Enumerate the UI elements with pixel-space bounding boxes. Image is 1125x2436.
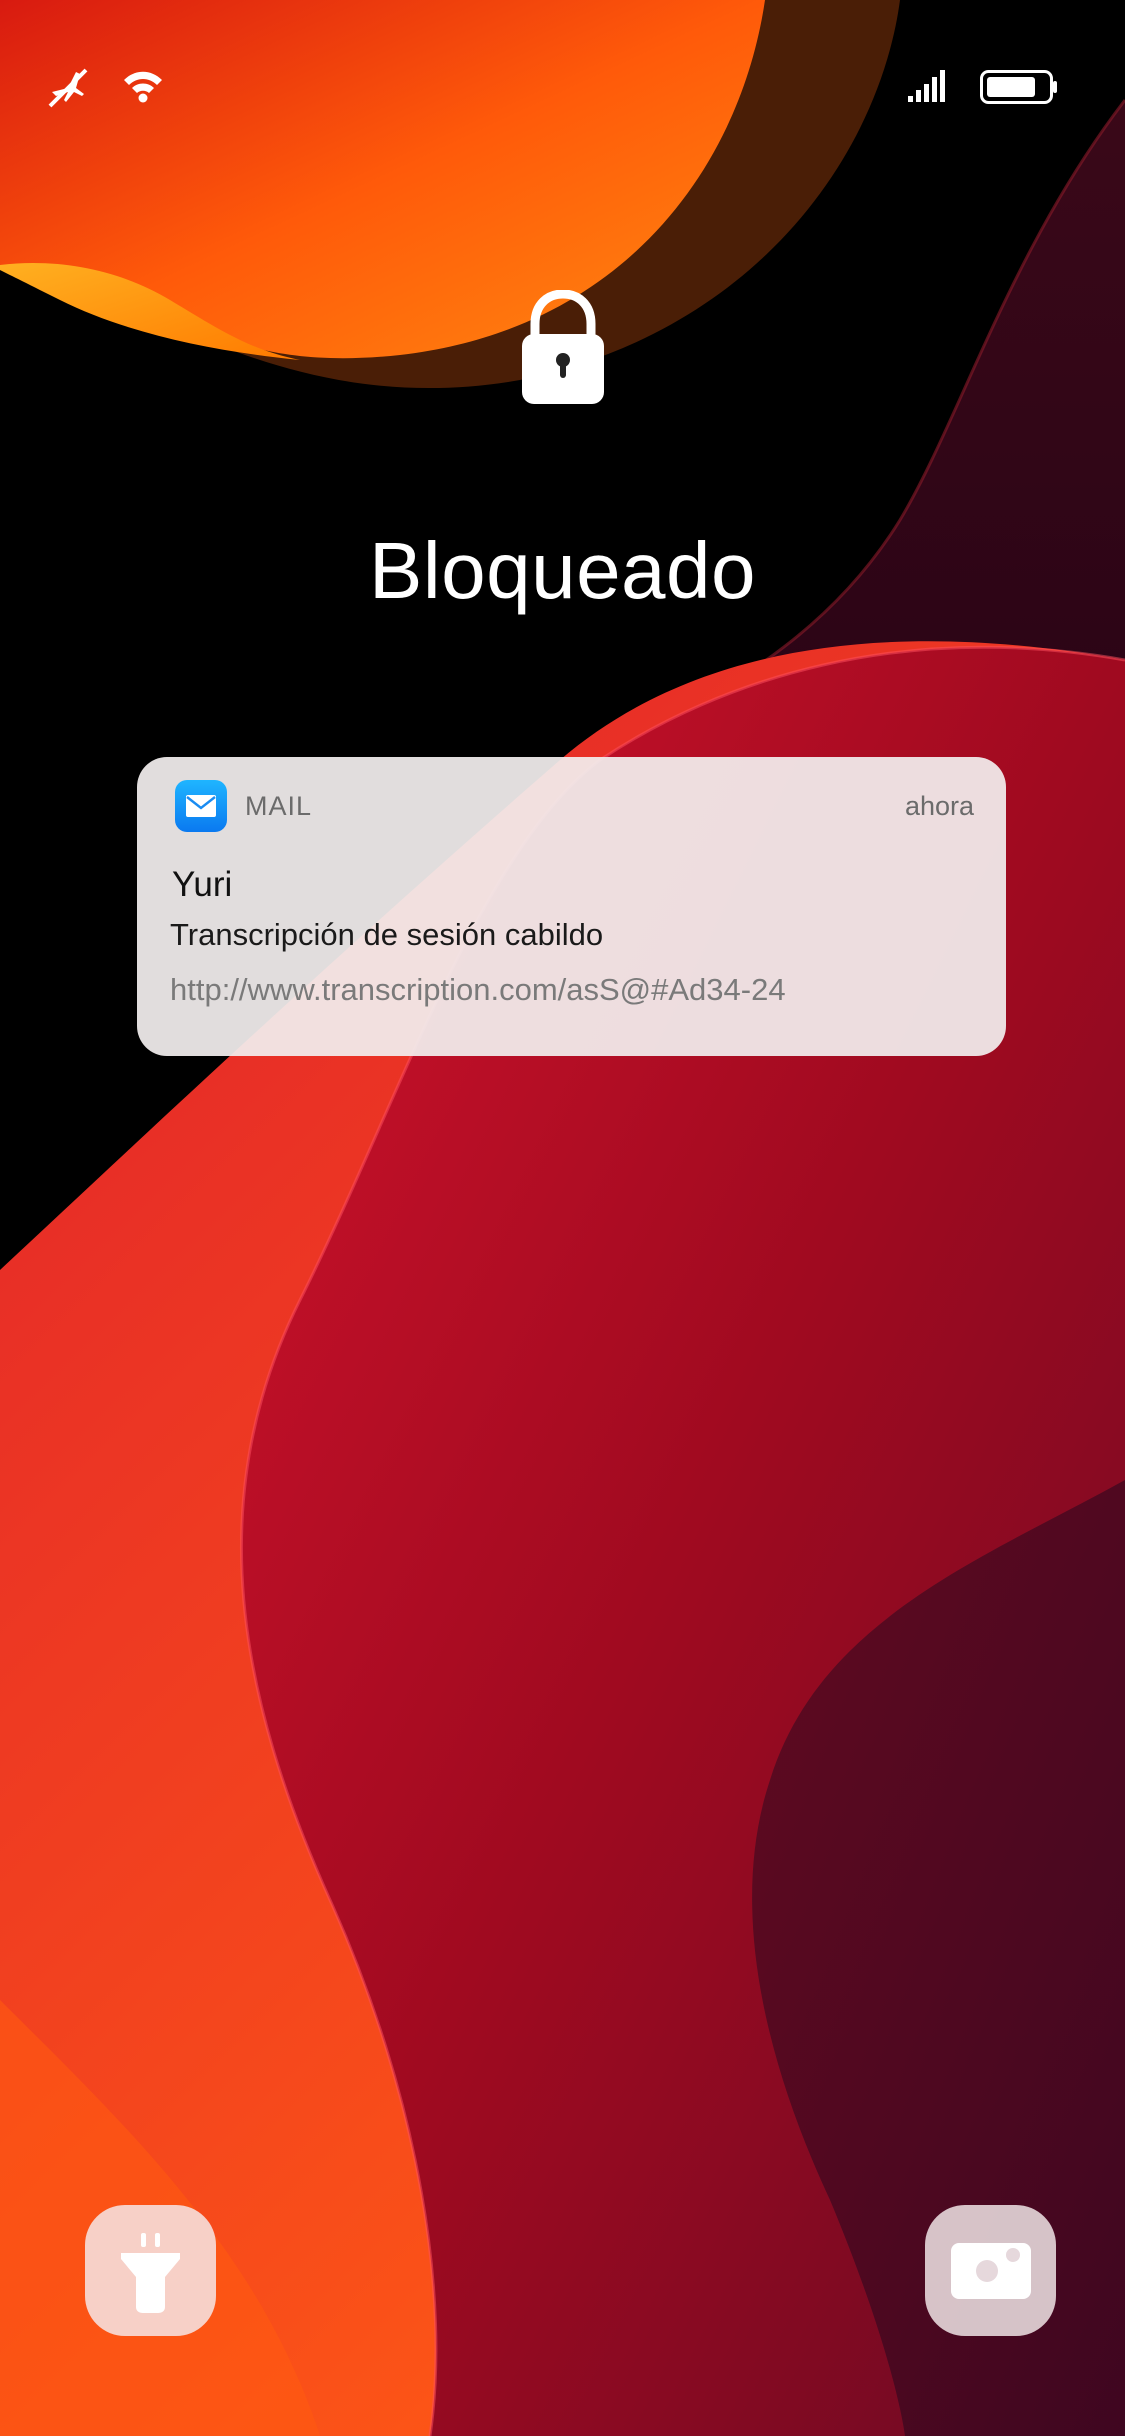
flashlight-icon [121,2233,180,2313]
notification-subject: Transcripción de sesión cabildo [170,917,604,952]
notification-body: http://www.transcription.com/asS@#Ad34-2… [170,972,786,1007]
notification-sender: Yuri [172,865,233,904]
camera-icon [951,2243,1031,2299]
airplane-mode-off-icon [46,66,90,115]
lock-icon [520,289,606,406]
mail-envelope-icon [175,780,227,832]
wifi-icon [122,68,164,109]
cellular-signal-icon [908,70,948,107]
battery-icon [980,70,1058,109]
notification-app-name: MAIL [245,791,313,821]
lock-status-title: Bloqueado [368,526,757,615]
status-bar [0,0,1125,170]
flashlight-button[interactable] [85,2205,216,2336]
camera-button[interactable] [925,2205,1056,2336]
mail-notification[interactable]: MAIL ahora Yuri Transcripción de sesión … [137,757,1006,1056]
lock-screen: Bloqueado MAIL ahora Yuri Transcripción … [0,0,1125,2436]
notification-time: ahora [904,791,974,821]
